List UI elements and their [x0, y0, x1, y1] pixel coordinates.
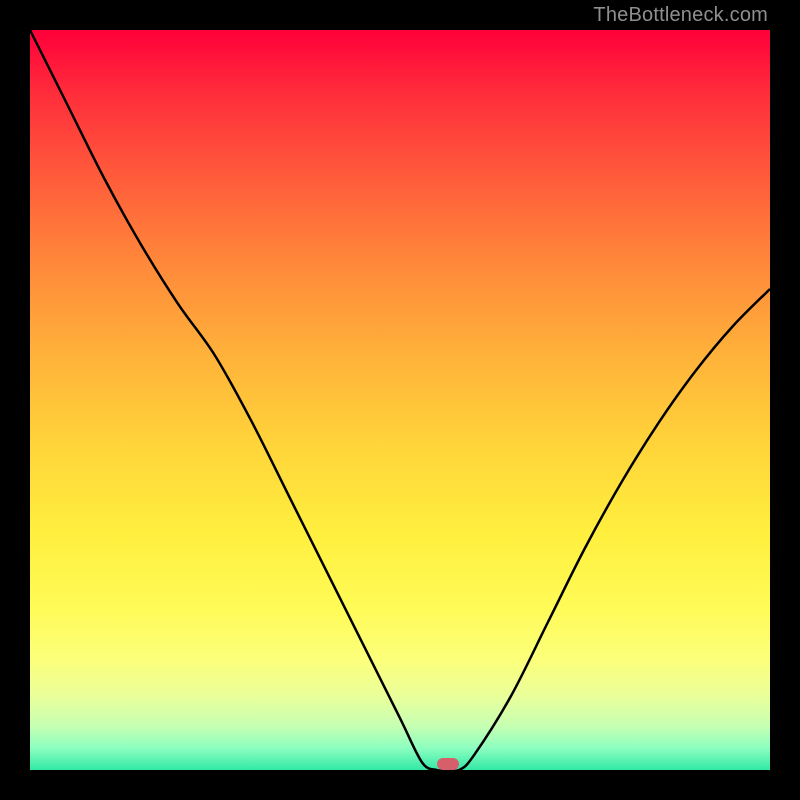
- optimal-point-marker: [437, 758, 459, 770]
- curve-path: [30, 30, 770, 770]
- watermark-text: TheBottleneck.com: [593, 4, 768, 27]
- plot-area: [30, 30, 770, 770]
- chart-frame: TheBottleneck.com: [0, 0, 800, 800]
- bottleneck-curve: [30, 30, 770, 770]
